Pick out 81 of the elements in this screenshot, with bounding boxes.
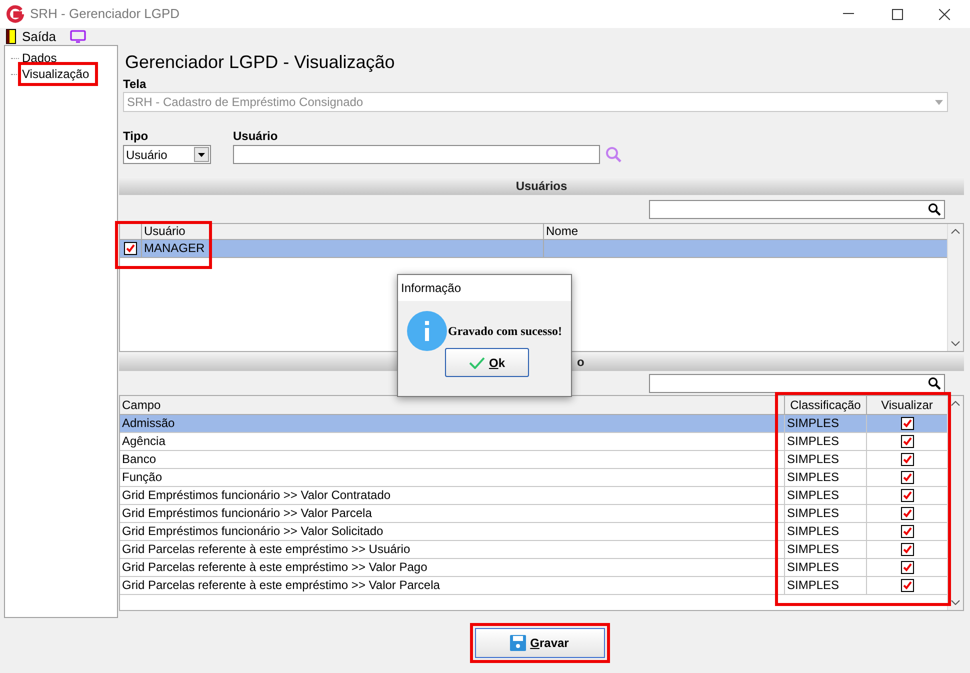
table-row[interactable]: Grid Empréstimos funcionário >> Valor Parcela SIMPLES bbox=[120, 505, 947, 523]
table-row[interactable]: Grid Empréstimos funcionário >> Valor Contratado SIMPLES bbox=[120, 487, 947, 505]
checkbox[interactable] bbox=[900, 471, 914, 484]
checkbox[interactable] bbox=[900, 507, 914, 520]
scroll-up-icon[interactable] bbox=[951, 229, 960, 234]
field-label: Tela bbox=[122, 77, 148, 91]
checkbox[interactable] bbox=[900, 525, 914, 538]
table-row[interactable]: MANAGER bbox=[120, 240, 947, 258]
table-cell: Grid Empréstimos funcionário >> Valor Contratado bbox=[120, 487, 785, 504]
field-label: Usuário bbox=[233, 129, 279, 143]
table-cell: Banco bbox=[120, 451, 785, 468]
table-row[interactable]: Agência SIMPLES bbox=[120, 433, 947, 451]
checkbox[interactable] bbox=[900, 417, 914, 430]
column-header[interactable]: Visualizar bbox=[867, 396, 947, 414]
table-cell: SIMPLES bbox=[785, 415, 867, 432]
maximize-icon[interactable] bbox=[892, 8, 903, 20]
dialog-message: Gravado com sucesso! bbox=[448, 323, 562, 340]
table-cell: SIMPLES bbox=[785, 469, 867, 486]
dropdown-arrow-icon bbox=[935, 100, 943, 104]
table-cell: Grid Parcelas referente à este empréstimo >> Usuário bbox=[120, 541, 785, 558]
table-row[interactable]: Grid Parcelas referente à este empréstimo >> Valor Pago SIMPLES bbox=[120, 559, 947, 577]
checkbox[interactable] bbox=[900, 489, 914, 502]
column-header[interactable]: Usuário bbox=[142, 224, 544, 239]
table-row[interactable]: Grid Parcelas referente à este empréstimo >> Valor Parcela SIMPLES bbox=[120, 577, 947, 595]
checkbox[interactable] bbox=[900, 453, 914, 466]
minimize-icon[interactable] bbox=[843, 13, 854, 15]
dropdown-arrow-icon bbox=[198, 152, 205, 156]
table-row[interactable]: Banco SIMPLES bbox=[120, 451, 947, 469]
scroll-down-icon[interactable] bbox=[951, 341, 960, 346]
scroll-down-icon[interactable] bbox=[951, 600, 960, 605]
tree-item[interactable]: Visualização bbox=[21, 65, 96, 83]
checkmark-icon bbox=[468, 356, 485, 368]
column-header[interactable]: Classificação bbox=[785, 396, 867, 414]
table-cell: Grid Parcelas referente à este empréstimo >> Valor Parcela bbox=[120, 577, 785, 594]
table-row[interactable]: Grid Empréstimos funcionário >> Valor Solicitado SIMPLES bbox=[120, 523, 947, 541]
table-cell: Grid Empréstimos funcionário >> Valor Parcela bbox=[120, 505, 785, 522]
window-title: SRH - Gerenciador LGPD bbox=[30, 5, 180, 24]
table-cell: Admissão bbox=[120, 415, 785, 432]
checkbox[interactable] bbox=[900, 543, 914, 556]
close-icon[interactable] bbox=[939, 8, 950, 20]
table-cell: Agência bbox=[120, 433, 785, 450]
screen-dropdown[interactable]: SRH - Cadastro de Empréstimo Consignado bbox=[123, 92, 948, 112]
search-icon bbox=[928, 202, 941, 216]
info-icon bbox=[407, 311, 447, 351]
table-cell: Grid Empréstimos funcionário >> Valor Solicitado bbox=[120, 523, 785, 540]
ok-button[interactable]: Ok bbox=[445, 348, 529, 377]
section-header: Usuários bbox=[119, 177, 964, 195]
door-icon[interactable] bbox=[6, 29, 16, 44]
table-cell: SIMPLES bbox=[785, 505, 867, 522]
scroll-up-icon[interactable] bbox=[951, 401, 960, 406]
table-cell: SIMPLES bbox=[785, 487, 867, 504]
table-cell: Grid Parcelas referente à este empréstimo >> Valor Pago bbox=[120, 559, 785, 576]
monitor-icon[interactable] bbox=[70, 30, 86, 44]
menu-item[interactable]: Saída bbox=[22, 26, 56, 46]
checkbox[interactable] bbox=[900, 579, 914, 592]
checkbox[interactable] bbox=[900, 435, 914, 448]
search-field[interactable] bbox=[649, 374, 945, 392]
user-input[interactable] bbox=[233, 145, 600, 164]
table-row[interactable]: Função SIMPLES bbox=[120, 469, 947, 487]
table-cell: SIMPLES bbox=[785, 577, 867, 594]
type-dropdown[interactable]: Usuário bbox=[123, 145, 211, 164]
table-cell: SIMPLES bbox=[785, 559, 867, 576]
checkbox[interactable] bbox=[900, 561, 914, 574]
dialog-title: Informação bbox=[398, 275, 571, 301]
table-cell: SIMPLES bbox=[785, 451, 867, 468]
search-icon bbox=[928, 376, 941, 390]
column-header[interactable]: Nome bbox=[544, 224, 947, 239]
tree-item[interactable]: Dados bbox=[21, 49, 58, 67]
table-cell: SIMPLES bbox=[785, 541, 867, 558]
table-cell: Função bbox=[120, 469, 785, 486]
page-title: Gerenciador LGPD - Visualização bbox=[124, 51, 396, 73]
search-field[interactable] bbox=[649, 200, 945, 218]
scrollbar[interactable] bbox=[947, 224, 963, 351]
checkbox[interactable] bbox=[124, 242, 137, 255]
table-cell: MANAGER bbox=[142, 240, 544, 257]
table-row[interactable]: Admissão SIMPLES bbox=[120, 415, 947, 433]
table-row[interactable]: Grid Parcelas referente à este empréstimo >> Usuário SIMPLES bbox=[120, 541, 947, 559]
app-logo-icon bbox=[6, 5, 24, 23]
table-cell: SIMPLES bbox=[785, 523, 867, 540]
table-cell: SIMPLES bbox=[785, 433, 867, 450]
field-label: Tipo bbox=[123, 129, 150, 143]
